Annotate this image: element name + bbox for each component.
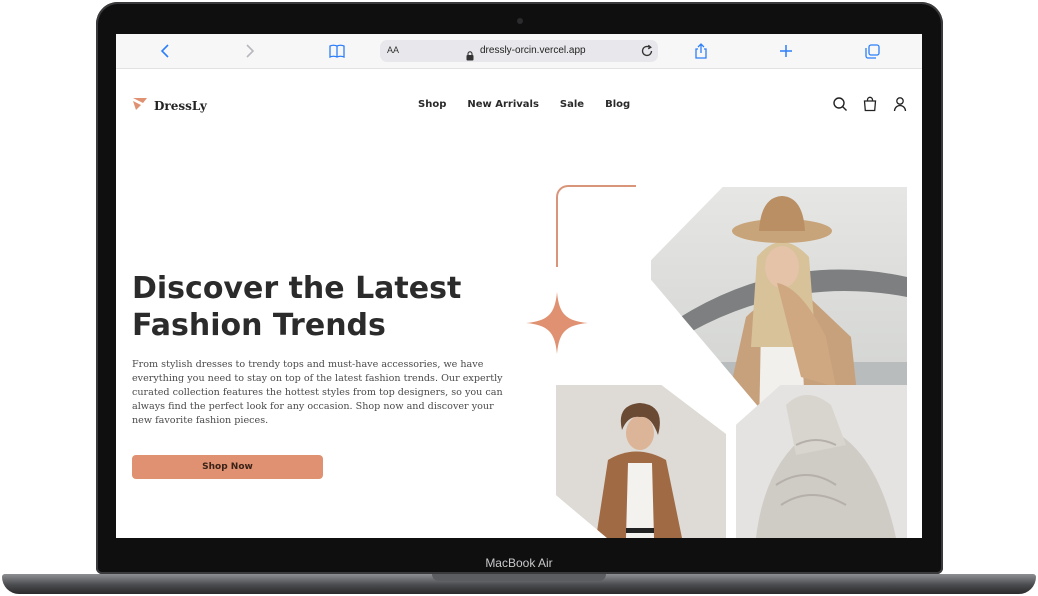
share-icon[interactable] <box>692 42 710 60</box>
user-icon[interactable] <box>892 96 908 112</box>
new-tab-icon[interactable] <box>777 42 795 60</box>
sparkle-icon <box>526 292 588 358</box>
forward-icon[interactable] <box>241 42 259 60</box>
nav-blog[interactable]: Blog <box>605 99 630 110</box>
url-text: dressly-orcin.vercel.app <box>480 45 586 56</box>
hero-description: From stylish dresses to trendy tops and … <box>132 359 503 426</box>
back-icon[interactable] <box>156 42 174 60</box>
text-size-button[interactable]: AA <box>387 45 399 55</box>
camera <box>517 18 523 24</box>
main-menu: Shop New Arrivals Sale Blog <box>418 99 630 110</box>
reload-icon[interactable] <box>640 43 654 62</box>
decorative-line <box>556 185 636 267</box>
bookmarks-icon[interactable] <box>328 42 346 60</box>
search-icon[interactable] <box>832 96 848 112</box>
browser-toolbar: AA dressly-orcin.vercel.app <box>116 34 922 69</box>
logo[interactable]: DressLy <box>132 96 207 115</box>
site-header: DressLy Shop New Arrivals Sale Blog <box>116 68 922 132</box>
logo-icon <box>132 96 148 115</box>
nav-sale[interactable]: Sale <box>560 99 584 110</box>
logo-text: DressLy <box>154 98 207 113</box>
tabs-icon[interactable] <box>863 42 881 60</box>
photo-man-coat <box>556 385 726 538</box>
laptop-notch <box>432 574 606 581</box>
device-label: MacBook Air <box>485 556 553 570</box>
hero-title: Discover the Latest Fashion Trends <box>132 271 462 343</box>
shop-now-button[interactable]: Shop Now <box>132 455 323 479</box>
browser-screen: AA dressly-orcin.vercel.app DressLy Shop… <box>116 34 922 538</box>
address-bar[interactable]: AA dressly-orcin.vercel.app <box>380 40 658 62</box>
header-actions <box>832 96 908 112</box>
photo-knit-sweater <box>736 385 907 538</box>
bag-icon[interactable] <box>862 96 878 112</box>
nav-shop[interactable]: Shop <box>418 99 446 110</box>
nav-new-arrivals[interactable]: New Arrivals <box>467 99 539 110</box>
lock-icon <box>466 46 474 65</box>
